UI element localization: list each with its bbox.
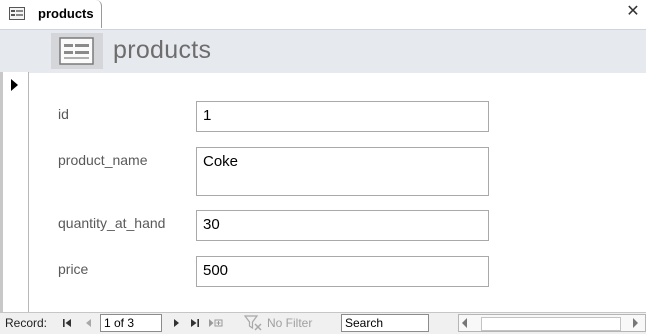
- form-icon: [51, 33, 103, 69]
- price-field[interactable]: 500: [196, 256, 489, 287]
- form-header: products: [0, 29, 646, 73]
- record-selector[interactable]: [0, 72, 29, 312]
- form-icon: [9, 7, 25, 20]
- field-label-product-name: product_name: [58, 152, 148, 168]
- first-record-button[interactable]: [61, 316, 73, 330]
- scroll-right-icon[interactable]: [633, 318, 638, 328]
- previous-record-icon: [86, 319, 91, 327]
- last-record-button[interactable]: [189, 316, 201, 330]
- page-title: products: [113, 36, 212, 64]
- form-window: products ✕ products id 1 product_name Co…: [0, 0, 646, 334]
- tab-label: products: [38, 6, 94, 21]
- scroll-left-icon[interactable]: [462, 318, 467, 328]
- new-record-icon: [209, 319, 223, 327]
- no-filter-icon: [244, 315, 262, 331]
- search-input[interactable]: Search: [341, 314, 429, 332]
- next-record-button[interactable]: [170, 316, 182, 330]
- tab-products[interactable]: products: [0, 0, 102, 28]
- new-record-button[interactable]: [207, 316, 225, 330]
- field-label-price: price: [58, 261, 89, 277]
- quantity-at-hand-field[interactable]: 30: [196, 210, 489, 241]
- record-label: Record:: [5, 316, 48, 330]
- current-record-icon: [11, 79, 18, 91]
- field-label-quantity-at-hand: quantity_at_hand: [58, 215, 166, 231]
- close-icon[interactable]: ✕: [626, 4, 640, 20]
- document-tab-strip: products ✕: [0, 0, 646, 29]
- record-position-input[interactable]: 1 of 3: [100, 314, 162, 332]
- field-label-id: id: [58, 106, 69, 122]
- filter-label: No Filter: [267, 316, 313, 330]
- record-navigation-bar: Record: 1 of 3 No Filter Search: [0, 312, 646, 334]
- next-record-icon: [174, 319, 179, 327]
- record-selector-edge: [0, 72, 3, 312]
- product-name-field[interactable]: Coke: [196, 147, 489, 196]
- id-field[interactable]: 1: [196, 101, 489, 132]
- last-record-icon: [191, 319, 199, 327]
- previous-record-button[interactable]: [83, 316, 95, 330]
- horizontal-scrollbar[interactable]: [458, 314, 646, 332]
- scrollbar-thumb[interactable]: [481, 317, 621, 331]
- first-record-icon: [63, 319, 71, 327]
